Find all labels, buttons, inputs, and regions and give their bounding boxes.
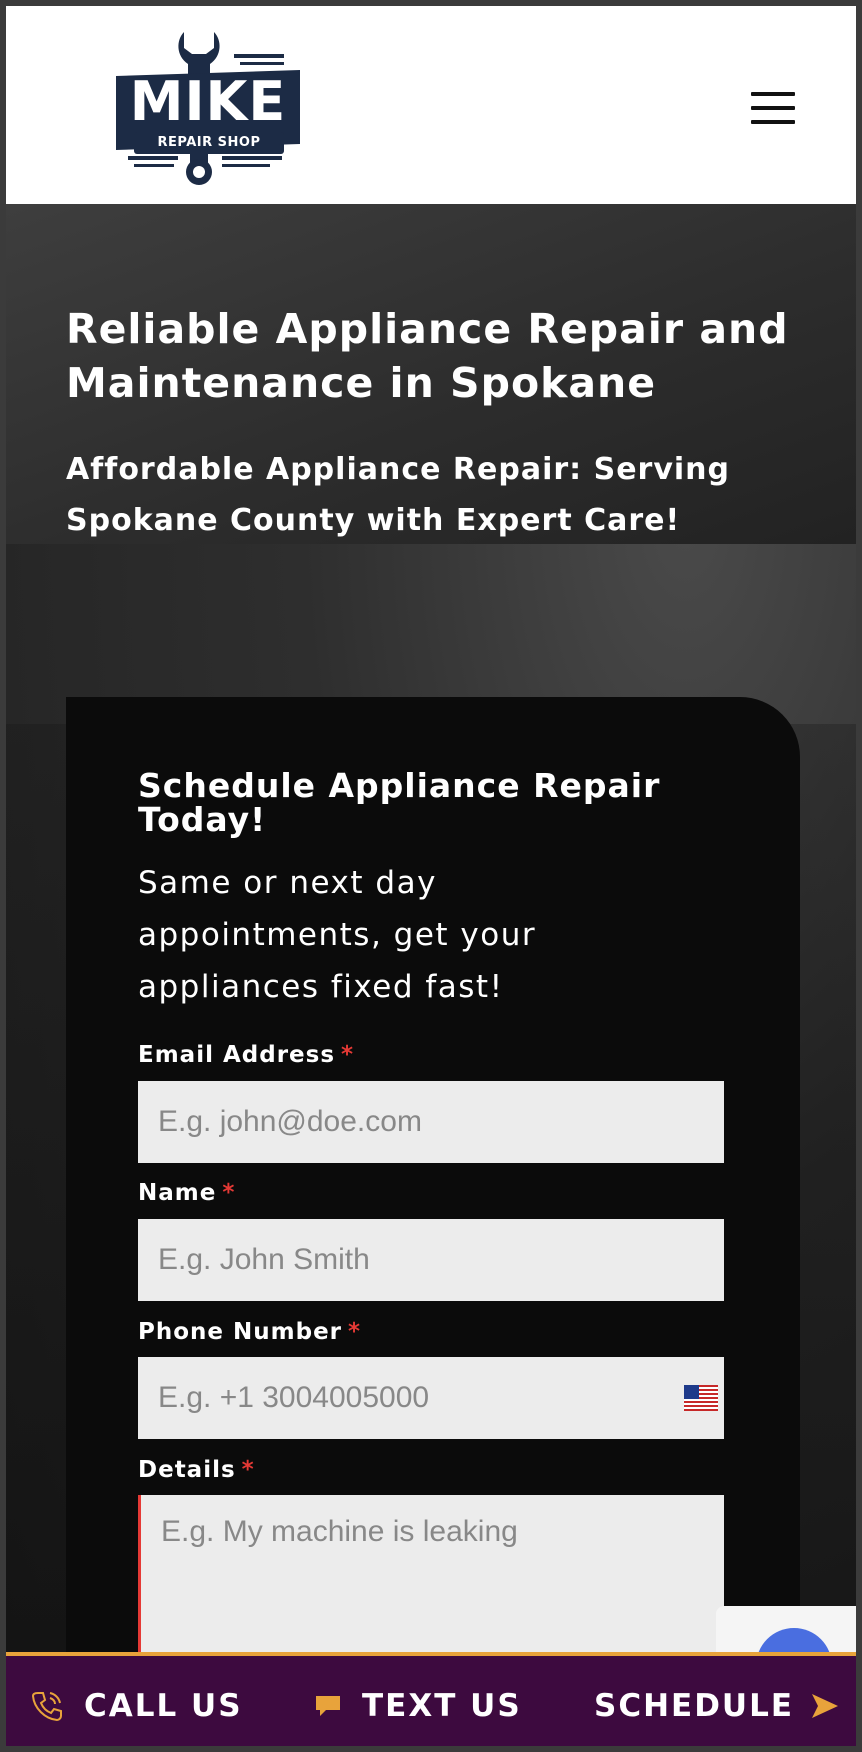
site-header: MIKE REPAIR SHOP [6, 6, 856, 204]
logo-wordmark: MIKE [129, 70, 287, 133]
email-label: Email Address * [138, 1042, 354, 1068]
email-field[interactable] [138, 1081, 724, 1163]
page-frame: MIKE REPAIR SHOP Reliable Appliance Repa… [0, 0, 862, 1752]
phone-icon [31, 1692, 62, 1722]
text-us-button[interactable]: TEXT US [314, 1656, 522, 1746]
details-label-text: Details [138, 1457, 236, 1483]
chat-bubble-icon [316, 1696, 340, 1716]
hamburger-menu-icon[interactable] [751, 86, 797, 124]
hero-title: Reliable Appliance Repair and Maintenanc… [66, 305, 789, 407]
site-logo[interactable]: MIKE REPAIR SHOP [114, 26, 304, 186]
schedule-form-card: Schedule Appliance Repair Today! Same or… [66, 697, 800, 1746]
arrow-right-icon [812, 1694, 839, 1718]
required-asterisk: * [241, 1457, 255, 1483]
call-us-button[interactable]: CALL US [30, 1656, 243, 1746]
name-label-text: Name [138, 1180, 217, 1206]
required-asterisk: * [222, 1180, 236, 1206]
name-field[interactable] [138, 1219, 724, 1301]
hero-section: Reliable Appliance Repair and Maintenanc… [6, 204, 856, 1746]
call-us-label: CALL US [84, 1688, 243, 1724]
form-lead: Same or next day appointments, get your … [138, 865, 537, 1005]
hero-subtitle: Affordable Appliance Repair: Serving Spo… [66, 452, 731, 538]
required-asterisk: * [348, 1319, 362, 1345]
logo-tagline: REPAIR SHOP [134, 132, 284, 154]
name-label: Name * [138, 1180, 235, 1206]
phone-field[interactable] [138, 1357, 724, 1439]
us-flag-icon[interactable] [684, 1385, 718, 1411]
bottom-action-bar: CALL US TEXT US SCHEDULE [6, 1652, 856, 1746]
email-label-text: Email Address [138, 1042, 336, 1068]
required-asterisk: * [341, 1042, 355, 1068]
details-label: Details * [138, 1457, 255, 1483]
phone-label-text: Phone Number [138, 1319, 343, 1345]
schedule-button[interactable]: SCHEDULE [594, 1656, 840, 1746]
phone-label: Phone Number * [138, 1319, 361, 1345]
text-us-label: TEXT US [362, 1688, 522, 1724]
details-field[interactable] [138, 1495, 724, 1655]
schedule-label: SCHEDULE [594, 1688, 795, 1724]
form-title: Schedule Appliance Repair Today! [138, 766, 661, 839]
